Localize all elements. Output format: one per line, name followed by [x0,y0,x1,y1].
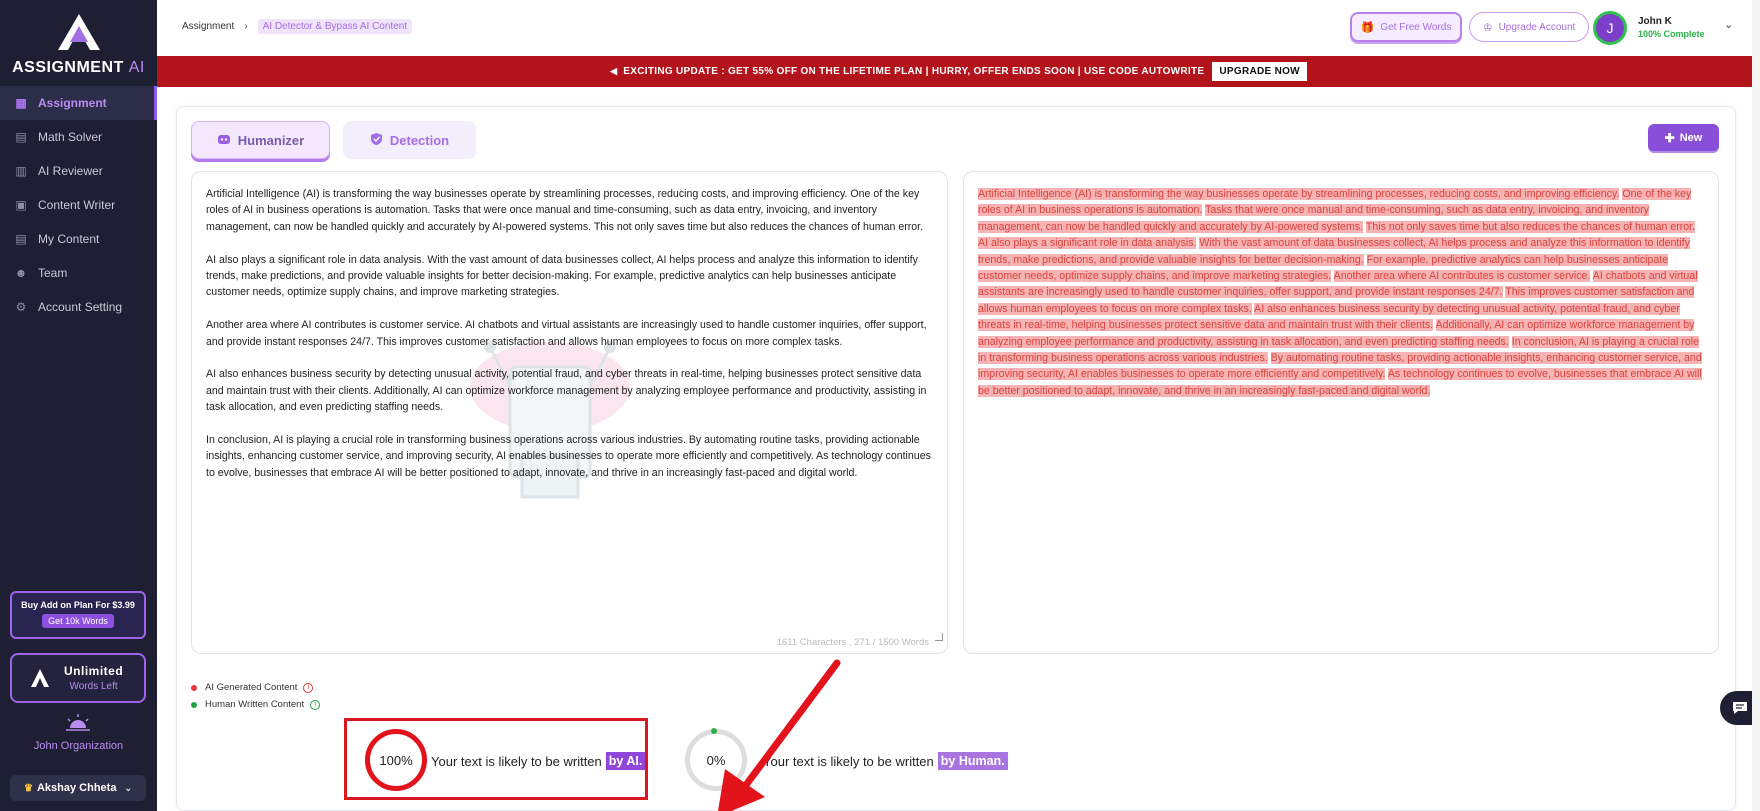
info-icon[interactable]: i [303,682,314,693]
plan-logo-icon [30,668,50,688]
detection-output: Artificial Intelligence (AI) is transfor… [963,171,1719,654]
gift-icon: 🎁 [1360,21,1375,34]
legend-human: Human Written Content i [191,696,321,713]
plan-title: Unlimited [64,664,124,678]
brand-logo[interactable]: ASSIGNMENT AI [0,12,157,77]
avatar[interactable]: J [1593,11,1627,45]
addon-plan-card[interactable]: Buy Add on Plan For $3.99 Get 10k Words [10,591,146,639]
tab-label: Detection [389,132,450,148]
scrollbar[interactable] [1752,0,1760,811]
logo-mark-icon [57,14,100,50]
upgrade-account-button[interactable]: ♔ Upgrade Account [1469,12,1589,42]
team-icon: ☻ [14,266,28,280]
sidebar-item-label: Content Writer [38,198,116,212]
sidebar-item-assignment[interactable]: ▦ Assignment [0,86,157,120]
sidebar-item-ai-reviewer[interactable]: ▥ AI Reviewer [0,154,157,188]
input-paragraph: Artificial Intelligence (AI) is transfor… [206,188,924,233]
legend: AI Generated Content i Human Written Con… [191,679,321,713]
gear-icon: ⚙ [15,300,27,314]
upgrade-account-label: Upgrade Account [1498,21,1576,33]
sidebar-item-math-solver[interactable]: ▤ Math Solver [0,120,157,154]
addon-title: Buy Add on Plan For $3.99 [21,600,135,610]
ai-score-gauge: 100% [365,729,427,791]
folder-icon: ▤ [15,232,27,246]
promo-banner: ◀ EXCITING UPDATE : GET 55% OFF ON THE L… [157,56,1760,87]
review-icon: ▥ [15,164,27,178]
crown-outline-icon: ♔ [1482,21,1493,34]
input-textarea[interactable]: Artificial Intelligence (AI) is transfor… [191,171,948,654]
tab-humanizer[interactable]: Humanizer [191,121,330,159]
top-header: Assignment › AI Detector & Bypass AI Con… [157,0,1760,56]
sidebar-item-account-setting[interactable]: ⚙ Account Setting [0,290,157,324]
sidebar-item-label: Math Solver [38,130,103,144]
chevron-down-icon: ⌄ [124,782,132,793]
get-free-words-label: Get Free Words [1380,21,1452,33]
sidebar-item-content-writer[interactable]: ▣ Content Writer [0,188,157,222]
highlighted-sentence: Artificial Intelligence (AI) is transfor… [978,188,1620,200]
annotation-arrow-icon [718,659,841,811]
document-icon: ▣ [15,198,27,212]
upgrade-now-button[interactable]: UPGRADE NOW [1212,62,1307,81]
breadcrumb-item[interactable]: Assignment [182,21,234,32]
ai-result-tag: by AI. [605,752,646,770]
organization-name: John Organization [33,740,124,752]
input-paragraph: AI also plays a significant role in data… [206,253,918,299]
sidebar-item-team[interactable]: ☻ Team [0,256,157,290]
legend-ai-label: AI Generated Content [205,682,298,693]
info-icon[interactable]: i [310,699,321,710]
calculator-icon: ▤ [15,130,27,144]
profile-name: John K [1638,16,1672,27]
get-words-button[interactable]: Get 10k Words [42,614,114,628]
sidebar-item-label: My Content [38,232,100,246]
resize-handle[interactable] [935,633,943,641]
sidebar-item-my-content[interactable]: ▤ My Content [0,222,157,256]
get-free-words-button[interactable]: 🎁 Get Free Words [1350,12,1462,42]
sidebar: ASSIGNMENT AI ▦ Assignment ▤ Math Solver… [0,0,157,811]
robot-icon [217,133,231,148]
user-selector[interactable]: ♛ Akshay Chheta ⌄ [10,775,146,801]
plan-subtitle: Words Left [69,681,118,692]
highlighted-sentence: This not only saves time but also reduce… [1365,220,1696,233]
shield-icon [370,132,383,149]
sidebar-item-label: Team [38,266,68,280]
grid-icon: ▦ [15,96,27,110]
megaphone-icon: ◀ [610,66,618,76]
human-result-tag: by Human. [937,752,1008,770]
green-dot-icon [191,701,197,708]
ai-result: Your text is likely to be written by AI. [431,752,646,770]
sidebar-item-label: Assignment [38,96,107,110]
promo-text: EXCITING UPDATE : GET 55% OFF ON THE LIF… [623,66,1205,77]
sidebar-item-label: Account Setting [38,300,123,314]
highlighted-sentence: Another area where AI contributes is cus… [1333,270,1591,283]
input-paragraph: Another area where AI contributes is cus… [206,319,927,348]
legend-ai: AI Generated Content i [191,679,320,696]
sunrise-icon [66,714,90,731]
chevron-down-icon[interactable]: ⌄ [1724,18,1733,31]
input-paragraph: AI also enhances business security by de… [206,368,927,414]
character-count: 1611 Characters , 271 / 1500 Words [776,636,929,648]
chevron-right-icon: › [244,21,248,32]
new-button-label: New [1679,131,1703,144]
user-selector-label: Akshay Chheta [36,782,117,794]
ai-result-text: Your text is likely to be written [431,753,602,769]
crown-icon: ♛ [24,782,33,794]
red-dot-icon [191,684,197,691]
legend-human-label: Human Written Content [205,699,305,710]
sidebar-item-label: AI Reviewer [38,164,103,178]
tab-detection[interactable]: Detection [343,121,476,159]
breadcrumb-current: AI Detector & Bypass AI Content [257,19,413,34]
plus-icon: ✚ [1664,130,1675,145]
highlighted-sentence: AI also plays a significant role in data… [978,237,1197,250]
plan-card: Unlimited Words Left [10,653,146,703]
brand-name: ASSIGNMENT AI [12,59,145,76]
breadcrumb: Assignment › AI Detector & Bypass AI Con… [182,19,413,34]
sidebar-nav: ▦ Assignment ▤ Math Solver ▥ AI Reviewer… [0,86,157,324]
main-card: Humanizer Detection ✚ New Artificial Int… [176,106,1736,811]
tab-label: Humanizer [237,132,305,148]
profile-status: 100% Complete [1638,29,1705,39]
robot-watermark-icon [470,341,630,499]
new-button[interactable]: ✚ New [1648,124,1719,151]
input-paragraph: In conclusion, AI is playing a crucial r… [206,434,931,479]
